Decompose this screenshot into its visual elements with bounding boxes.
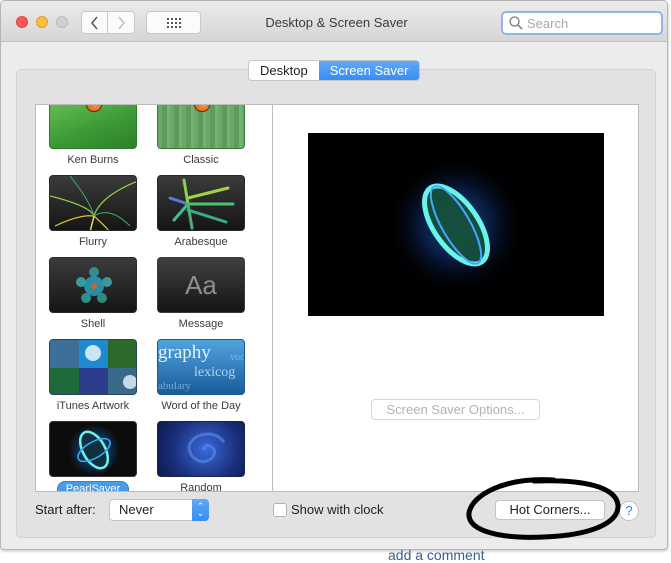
screen-saver-item-itunes-artwork[interactable]: iTunes Artwork [49,339,137,421]
search-field[interactable] [501,11,663,35]
flurry-thumbnail [49,175,137,231]
title-bar: Desktop & Screen Saver [1,1,667,42]
hot-corners-button[interactable]: Hot Corners... [495,500,605,520]
screen-saver-item-word-of-the-day[interactable]: graphy lexicog abulary voc Word of the D… [157,339,245,421]
album-artwork-icon [50,340,136,394]
screen-saver-label: Random [180,482,222,492]
screen-saver-item-ken-burns[interactable]: Ken Burns [49,105,137,175]
select-arrows-icon: ⌃ ⌄ [192,499,209,521]
tab-screen-saver[interactable]: Screen Saver [318,61,420,80]
screen-saver-label: Shell [80,318,106,330]
screen-saver-list[interactable]: Ken Burns Classic Flurry Arabesque Shell… [35,104,273,492]
screen-saver-item-message[interactable]: Aa Message [157,257,245,339]
show-with-clock-label[interactable]: Show with clock [291,502,383,517]
screen-saver-label-selected: PearlSaver [56,481,130,491]
screen-saver-item-classic[interactable]: Classic [157,105,245,175]
show-with-clock-checkbox[interactable] [273,503,287,517]
system-preferences-window: Desktop & Screen Saver Desktop Screen Sa… [0,0,668,550]
swirl-icon [187,432,226,463]
thumb-word: graphy [158,342,211,363]
screen-saver-label: Arabesque [174,236,228,248]
screen-saver-label: Message [178,318,224,330]
word-of-the-day-thumbnail: graphy lexicog abulary voc [157,339,245,395]
thumb-word: voc [230,352,245,363]
ladybug-icon [194,105,210,112]
pearlsaver-thumbnail [49,421,137,477]
screen-saver-item-shell[interactable]: Shell [49,257,137,339]
shell-thumbnail [49,257,137,313]
screen-saver-label: iTunes Artwork [56,400,130,412]
pearlsaver-preview-image [386,155,526,295]
arabesque-thumbnail [157,175,245,231]
screen-saver-preview [308,133,604,316]
background-page-text: add a comment [388,547,485,563]
thumb-word: lexicog [194,365,236,380]
search-input[interactable] [527,15,657,31]
start-after-select[interactable]: Never ⌃ ⌄ [109,499,209,521]
start-after-label: Start after: [35,502,96,517]
ladybug-icon [86,105,102,112]
shell-icon [76,267,112,303]
ken-burns-thumbnail [49,105,137,149]
start-after-value: Never [119,502,154,517]
screen-saver-label: Flurry [78,236,108,248]
screen-saver-options-button[interactable]: Screen Saver Options... [371,399,540,420]
screen-saver-label: Classic [183,154,219,166]
screen-saver-item-random[interactable]: Random [157,421,245,492]
classic-thumbnail [157,105,245,149]
segmented-tabs: Desktop Screen Saver [248,60,421,81]
search-icon [509,16,523,30]
screen-saver-label: Ken Burns [67,154,119,166]
help-button[interactable]: ? [619,501,639,521]
flurry-icon [50,176,136,230]
tab-desktop[interactable]: Desktop [249,61,319,80]
screen-saver-item-flurry[interactable]: Flurry [49,175,137,257]
screen-saver-item-pearlsaver[interactable]: PearlSaver [49,421,137,491]
message-thumbnail: Aa [157,257,245,313]
screen-saver-label: Word of the Day [161,400,241,412]
arabesque-icon [168,178,235,230]
itunes-artwork-thumbnail [49,339,137,395]
pearl-icon [68,424,120,476]
screen-saver-item-arabesque[interactable]: Arabesque [157,175,245,257]
thumb-word: abulary [158,380,191,392]
random-thumbnail [157,421,245,477]
